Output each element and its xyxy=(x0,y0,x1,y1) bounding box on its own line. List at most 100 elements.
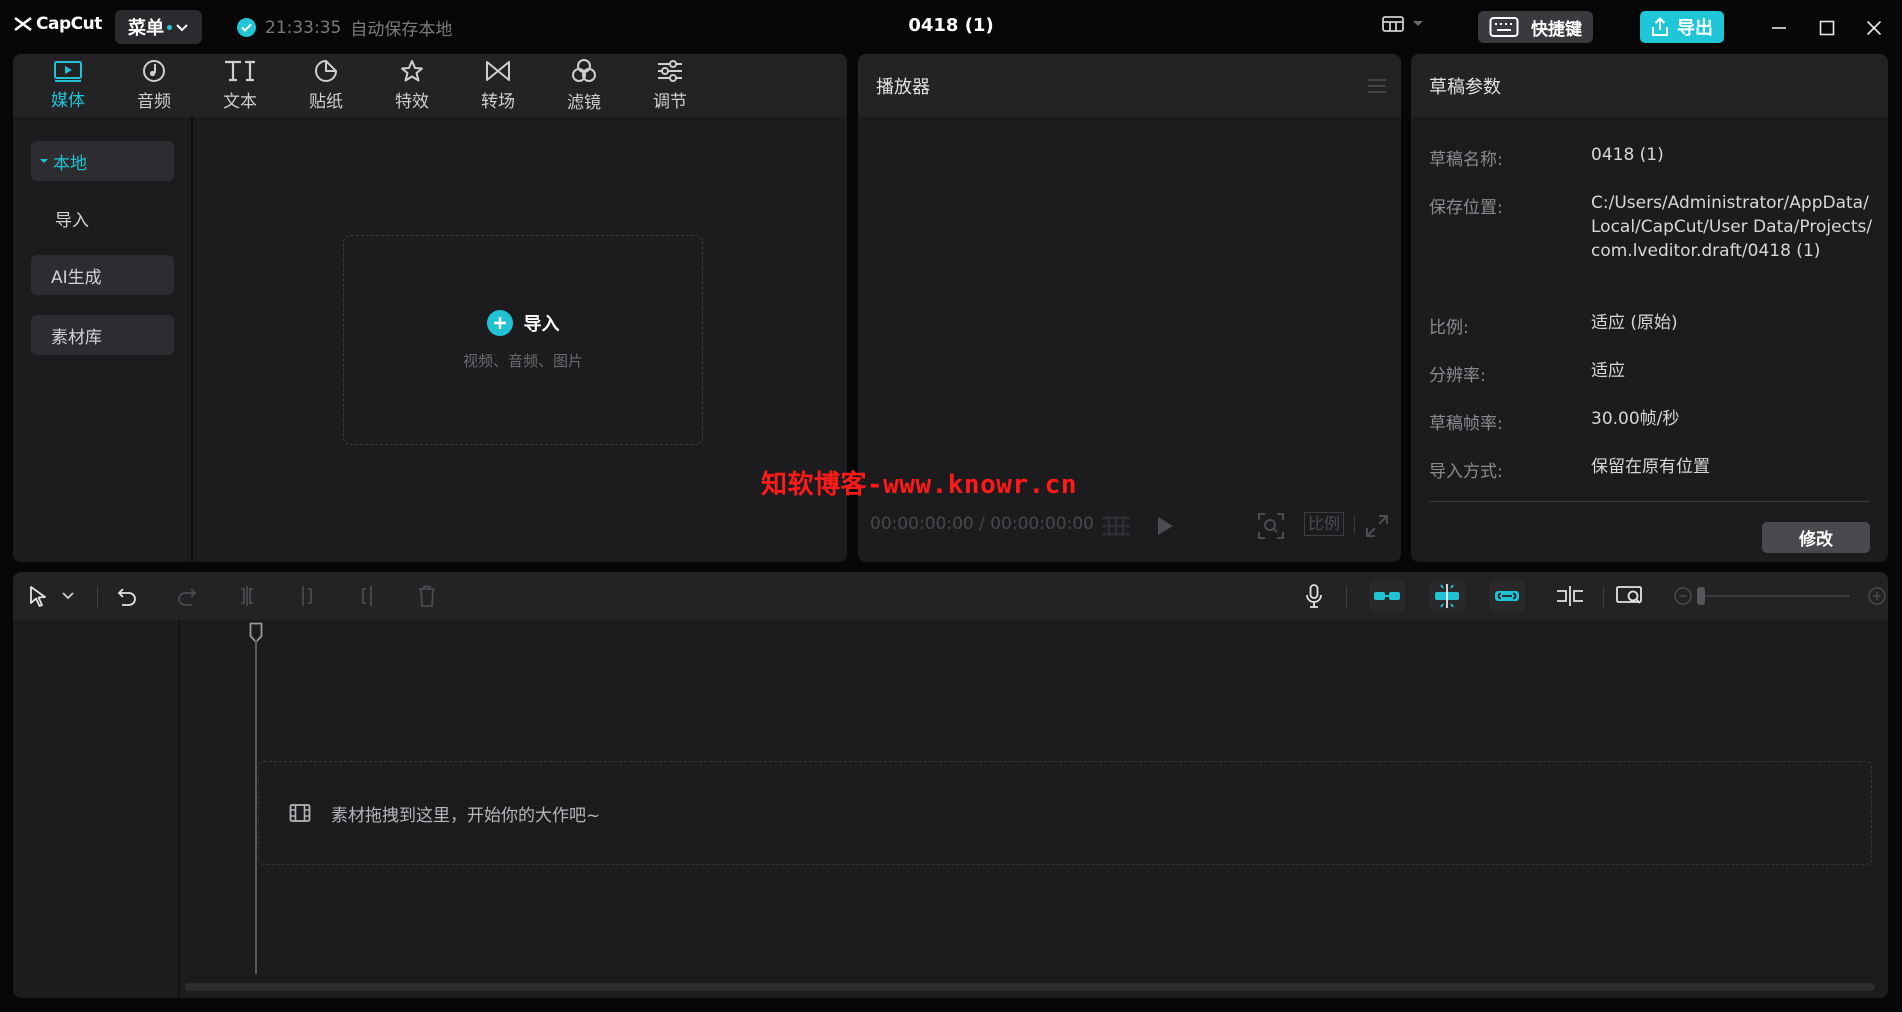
trash-icon xyxy=(419,585,435,607)
ratio-button[interactable]: 比例 xyxy=(1304,512,1345,536)
side-item-library[interactable]: 素材库 xyxy=(31,315,174,355)
close-button[interactable] xyxy=(1864,18,1884,38)
minimize-button[interactable] xyxy=(1769,18,1789,38)
cursor-icon xyxy=(30,586,46,607)
audio-icon xyxy=(143,60,165,82)
preview-axis-button[interactable] xyxy=(1555,584,1585,608)
param-label-location: 保存位置: xyxy=(1429,198,1503,218)
tab-effects[interactable]: 特效 xyxy=(369,54,455,117)
export-label: 导出 xyxy=(1677,18,1713,39)
zoom-in-button[interactable] xyxy=(1866,584,1888,608)
play-icon[interactable] xyxy=(1156,516,1174,536)
undo-icon xyxy=(117,588,136,606)
fullscreen-icon[interactable] xyxy=(1366,515,1388,537)
undo-button[interactable] xyxy=(114,584,140,608)
tab-sticker-label: 贴纸 xyxy=(309,92,343,112)
tab-sticker[interactable]: 贴纸 xyxy=(283,54,369,117)
draft-params-panel: 草稿参数 草稿名称: 0418 (1) 保存位置: C:/Users/Admin… xyxy=(1411,54,1888,562)
redo-icon xyxy=(178,588,197,606)
divider xyxy=(1603,586,1604,608)
zoom-slider-handle[interactable] xyxy=(1697,587,1705,605)
keyboard-icon xyxy=(1489,17,1519,37)
trim-right-button[interactable] xyxy=(354,584,380,608)
timeline-toolbar xyxy=(13,572,1888,620)
side-item-import[interactable]: 导入 xyxy=(31,198,174,238)
tab-text[interactable]: 文本 xyxy=(197,54,283,117)
zoom-out-button[interactable] xyxy=(1672,584,1694,608)
tab-transition[interactable]: 转场 xyxy=(455,54,541,117)
side-item-ai-generate[interactable]: AI生成 xyxy=(31,255,174,295)
timeline-horizontal-scrollbar[interactable] xyxy=(185,983,1875,991)
shortcut-button[interactable]: 快捷键 xyxy=(1478,11,1593,43)
zoom-out-icon xyxy=(1674,587,1692,605)
text-icon xyxy=(225,60,255,82)
params-title: 草稿参数 xyxy=(1429,76,1501,98)
shortcut-label: 快捷键 xyxy=(1531,19,1582,40)
param-label-ratio: 比例: xyxy=(1429,318,1469,338)
maximize-icon xyxy=(1819,20,1835,36)
watermark-text: 知软博客-www.knowr.cn xyxy=(761,470,1077,500)
trim-left-icon xyxy=(302,586,312,606)
side-item-local-label: 本地 xyxy=(53,153,87,174)
player-controls: 00:00:00:00 / 00:00:00:00 比例 xyxy=(858,506,1401,546)
tab-filter-label: 滤镜 xyxy=(567,93,601,113)
dropzone-hint: 素材拖拽到这里，开始你的大作吧~ xyxy=(331,805,601,826)
modify-button[interactable]: 修改 xyxy=(1762,522,1870,553)
record-voice-button[interactable] xyxy=(1301,584,1327,608)
adjust-icon xyxy=(658,60,682,82)
import-label: 导入 xyxy=(523,313,560,335)
layout-icon xyxy=(1382,16,1404,32)
param-value-name: 0418 (1) xyxy=(1591,145,1664,165)
divider xyxy=(1429,501,1870,502)
linkage-toggle[interactable] xyxy=(1489,580,1525,612)
layout-button[interactable] xyxy=(1382,15,1424,33)
tab-adjust[interactable]: 调节 xyxy=(627,54,713,117)
export-button[interactable]: 导出 xyxy=(1640,11,1724,43)
param-value-location: C:/Users/Administrator/AppData/Local/Cap… xyxy=(1591,193,1873,261)
split-track-icon xyxy=(1557,586,1583,606)
autosave-text: 自动保存本地 xyxy=(350,20,453,40)
side-item-library-label: 素材库 xyxy=(51,327,102,348)
export-icon xyxy=(1652,17,1668,36)
import-dropzone[interactable]: 导入 视频、音频、图片 xyxy=(343,235,703,445)
minimize-icon xyxy=(1772,27,1786,29)
tab-filter[interactable]: 滤镜 xyxy=(541,54,627,117)
split-button[interactable] xyxy=(234,584,260,608)
player-title: 播放器 xyxy=(876,76,930,98)
grid-icon[interactable] xyxy=(1100,515,1132,537)
redo-button[interactable] xyxy=(174,584,200,608)
select-tool-button[interactable] xyxy=(25,584,51,608)
side-item-local[interactable]: 本地 xyxy=(31,141,174,181)
tab-media-label: 媒体 xyxy=(51,91,85,111)
title-bar: CapCut 菜单 21:33:35 自动保存本地 0418 (1) 快捷键 导… xyxy=(0,0,1902,54)
select-mode-dropdown[interactable] xyxy=(59,584,77,608)
param-value-resolution: 适应 xyxy=(1591,361,1625,381)
close-icon xyxy=(1866,20,1882,36)
menu-lines-icon[interactable] xyxy=(1367,78,1387,94)
playhead-line xyxy=(255,640,257,974)
param-value-import-mode: 保留在原有位置 xyxy=(1591,457,1710,477)
maximize-button[interactable] xyxy=(1817,18,1837,38)
link-icon xyxy=(1495,591,1519,601)
autosave-status: 21:33:35 自动保存本地 xyxy=(237,15,452,40)
screenshot-zoom-icon[interactable] xyxy=(1258,513,1284,539)
tab-audio[interactable]: 音频 xyxy=(111,54,197,117)
timeline-zoom-fit-button[interactable] xyxy=(1615,584,1645,608)
timecode: 00:00:00:00 / 00:00:00:00 xyxy=(870,514,1094,534)
menu-button[interactable]: 菜单 xyxy=(115,10,202,44)
zoom-slider-track[interactable] xyxy=(1700,595,1850,597)
main-track-magnet-toggle[interactable] xyxy=(1369,580,1405,612)
auto-snap-toggle[interactable] xyxy=(1429,580,1465,612)
tab-media[interactable]: 媒体 xyxy=(25,54,111,117)
tab-adjust-label: 调节 xyxy=(653,92,687,112)
media-icon xyxy=(54,61,82,82)
chevron-down-icon xyxy=(62,592,74,600)
timeline-dropzone[interactable]: 素材拖拽到这里，开始你的大作吧~ xyxy=(258,761,1872,865)
side-item-import-label: 导入 xyxy=(55,210,89,231)
trim-left-button[interactable] xyxy=(294,584,320,608)
media-panel: 媒体 音频 文本 贴纸 特效 转场 滤镜 调节 本地 导入 AI生成 素材库 导… xyxy=(13,54,847,562)
trim-right-icon xyxy=(362,586,372,606)
zoom-fit-icon xyxy=(1616,586,1642,604)
menu-label: 菜单 xyxy=(128,18,164,39)
delete-button[interactable] xyxy=(414,584,440,608)
